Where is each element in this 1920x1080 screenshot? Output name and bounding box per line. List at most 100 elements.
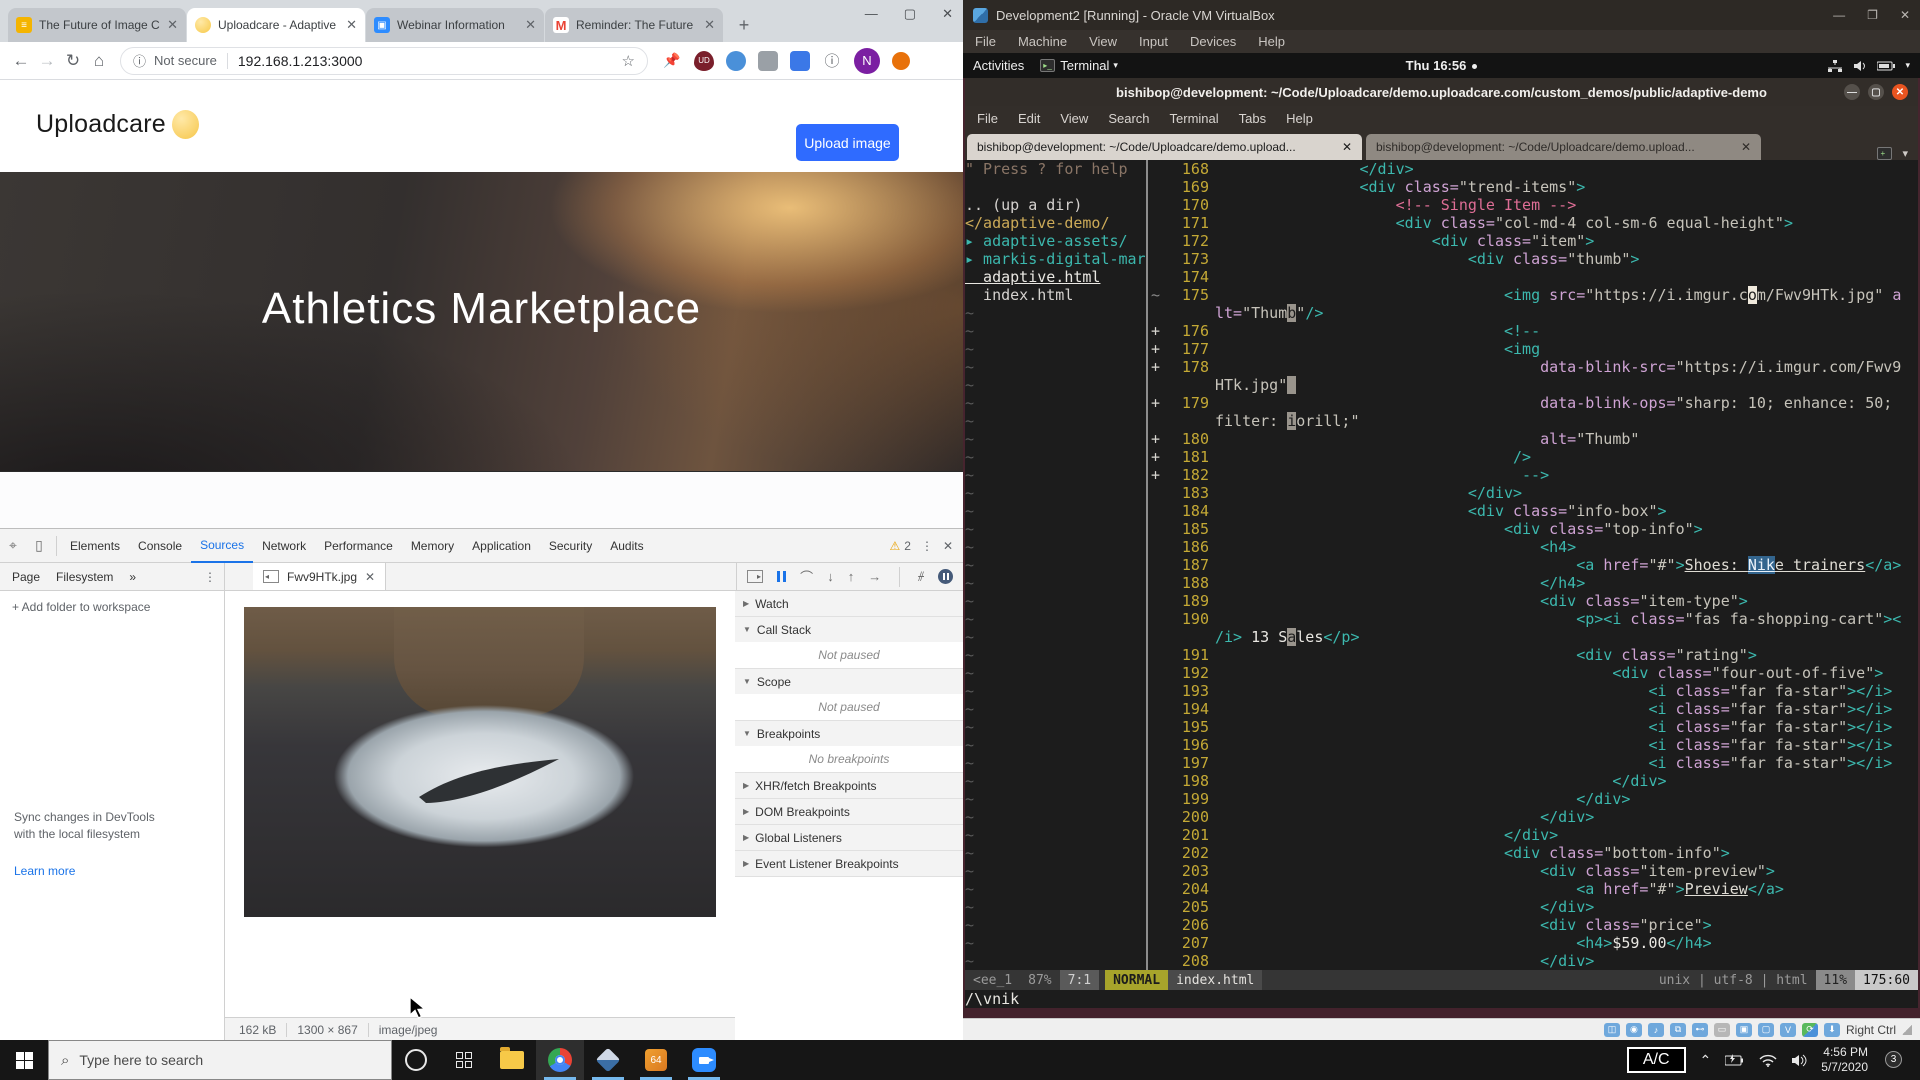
recording-status-icon[interactable]: ▢ xyxy=(1758,1023,1774,1037)
code-line[interactable]: +182--> xyxy=(1151,466,1918,484)
nerdtree-row[interactable]: index.html xyxy=(965,286,1145,304)
pause-on-exceptions-icon[interactable] xyxy=(938,569,953,584)
devtools-close-icon[interactable]: ✕ xyxy=(943,539,953,553)
code-line[interactable]: 192<div class="four-out-of-five"> xyxy=(1151,664,1918,682)
code-line[interactable]: 208</div> xyxy=(1151,952,1918,970)
vm-minimize-icon[interactable]: — xyxy=(1833,8,1845,22)
minimize-icon[interactable]: — xyxy=(865,6,878,22)
maximize-icon[interactable]: ▢ xyxy=(904,6,916,22)
add-folder-button[interactable]: + Add folder to workspace xyxy=(0,591,224,623)
debug-section-header-breakpoints[interactable]: ▼Breakpoints xyxy=(735,721,963,746)
devtools-tab-audits[interactable]: Audits xyxy=(601,529,652,562)
forward-icon[interactable]: → xyxy=(34,51,60,71)
devtools-tab-network[interactable]: Network xyxy=(253,529,315,562)
step-out-icon[interactable]: ↑ xyxy=(848,569,855,584)
devtools-tab-memory[interactable]: Memory xyxy=(402,529,463,562)
address-bar[interactable]: ⓘ Not secure 192.168.1.213:3000 ☆ xyxy=(120,47,648,75)
vim-command-line[interactable]: /\vnik xyxy=(965,990,1918,1008)
code-line[interactable]: +176<!-- xyxy=(1151,322,1918,340)
code-line[interactable]: HTk.jpg" xyxy=(1151,376,1918,394)
translate-extension-icon[interactable] xyxy=(790,51,810,71)
vbox-menu-help[interactable]: Help xyxy=(1258,34,1285,49)
step-into-icon[interactable]: ↓ xyxy=(827,569,834,584)
vim-split-separator[interactable] xyxy=(1146,160,1148,970)
nerdtree-pane[interactable]: " Press ? for help.. (up a dir)</adaptiv… xyxy=(965,160,1145,970)
nerdtree-row[interactable]: ▸ markis-digital-mar xyxy=(965,250,1145,268)
code-line[interactable]: 196<i class="far fa-star"></i> xyxy=(1151,736,1918,754)
blue-extension-icon[interactable] xyxy=(726,51,746,71)
code-line[interactable]: 199</div> xyxy=(1151,790,1918,808)
file-tab-close-icon[interactable]: ✕ xyxy=(365,570,375,584)
deactivate-breakpoints-icon[interactable]: ⫽ xyxy=(918,569,924,585)
debug-section-header-watch[interactable]: ▶Watch xyxy=(735,591,963,616)
browser-tab-0[interactable]: ≡The Future of Image C✕ xyxy=(8,8,186,42)
code-line[interactable]: 172<div class="item"> xyxy=(1151,232,1918,250)
nerdtree-row[interactable]: " Press ? for help xyxy=(965,160,1145,178)
back-icon[interactable]: ← xyxy=(8,51,34,71)
virtualbox-titlebar[interactable]: Development2 [Running] - Oracle VM Virtu… xyxy=(963,0,1920,30)
taskbar-clock[interactable]: 4:56 PM5/7/2020 xyxy=(1821,1045,1868,1075)
tab-filesystem[interactable]: Filesystem xyxy=(56,570,113,584)
terminal-menu-edit[interactable]: Edit xyxy=(1018,111,1040,126)
new-terminal-tab-icon[interactable]: + xyxy=(1877,147,1892,160)
code-line[interactable]: 205</div> xyxy=(1151,898,1918,916)
sidebar-toggle-icon[interactable]: ◂ xyxy=(747,570,763,583)
code-line[interactable]: 173<div class="thumb"> xyxy=(1151,250,1918,268)
debug-section-header-global-listeners[interactable]: ▶Global Listeners xyxy=(735,825,963,850)
code-line[interactable]: 203<div class="item-preview"> xyxy=(1151,862,1918,880)
task-view-button[interactable] xyxy=(440,1040,488,1080)
code-line[interactable]: 186<h4> xyxy=(1151,538,1918,556)
code-line[interactable]: +178data-blink-src="https://i.imgur.com/… xyxy=(1151,358,1918,376)
tab-close-icon[interactable]: ✕ xyxy=(704,17,715,33)
harddisk-status-icon[interactable]: ◫ xyxy=(1604,1023,1620,1037)
taskbar-search[interactable]: ⌕ Type here to search xyxy=(48,1040,392,1080)
start-button[interactable] xyxy=(0,1040,48,1080)
inspect-element-icon[interactable]: ⌖ xyxy=(0,535,26,557)
speaker-icon[interactable] xyxy=(1791,1054,1807,1067)
info-icon[interactable]: ⓘ xyxy=(133,51,146,70)
code-line[interactable]: 174 xyxy=(1151,268,1918,286)
zoom-taskbar-button[interactable] xyxy=(680,1040,728,1080)
vim-code-pane[interactable]: 168</div>169<div class="trend-items">170… xyxy=(1151,160,1918,970)
resize-grip[interactable] xyxy=(1902,1025,1912,1035)
page-info-icon[interactable]: ⓘ xyxy=(822,51,842,71)
hostkey-capture-icon[interactable]: ⬇ xyxy=(1824,1023,1840,1037)
code-line[interactable]: 189<div class="item-type"> xyxy=(1151,592,1918,610)
code-line[interactable]: +179data-blink-ops="sharp: 10; enhance: … xyxy=(1151,394,1918,412)
code-line[interactable]: +180alt="Thumb" xyxy=(1151,430,1918,448)
code-line[interactable]: +181/> xyxy=(1151,448,1918,466)
file-tab[interactable]: ◂ Fwv9HTk.jpg ✕ xyxy=(253,563,386,590)
vbox-menu-file[interactable]: File xyxy=(975,34,996,49)
vm-menu-status-icon[interactable]: V xyxy=(1780,1023,1796,1037)
volume-icon[interactable] xyxy=(1853,60,1867,72)
vm-close-icon[interactable]: ✕ xyxy=(1900,8,1910,22)
vbox-menu-machine[interactable]: Machine xyxy=(1018,34,1067,49)
devtools-tab-security[interactable]: Security xyxy=(540,529,601,562)
device-toolbar-icon[interactable]: ▯ xyxy=(26,535,52,557)
vbox-menu-devices[interactable]: Devices xyxy=(1190,34,1236,49)
terminal-tab-1[interactable]: bishibop@development: ~/Code/Uploadcare/… xyxy=(1366,134,1761,160)
code-line[interactable]: 170<!-- Single Item --> xyxy=(1151,196,1918,214)
debug-section-header-call-stack[interactable]: ▼Call Stack xyxy=(735,617,963,642)
terminal-minimize-icon[interactable]: — xyxy=(1844,84,1860,100)
more-tabs-icon[interactable]: » xyxy=(129,570,136,584)
browser-tab-1[interactable]: Uploadcare - Adaptive✕ xyxy=(187,8,365,42)
vbox-menu-view[interactable]: View xyxy=(1089,34,1117,49)
network-icon[interactable] xyxy=(1827,60,1843,72)
vm-maximize-icon[interactable]: ❐ xyxy=(1867,8,1878,22)
terminal-menu-help[interactable]: Help xyxy=(1286,111,1313,126)
mouse-integration-icon[interactable]: ⟳ xyxy=(1802,1023,1818,1037)
nerdtree-row[interactable]: ▸ adaptive-assets/ xyxy=(965,232,1145,250)
cortana-button[interactable] xyxy=(392,1040,440,1080)
devtools-tab-console[interactable]: Console xyxy=(129,529,191,562)
code-line[interactable]: 188</h4> xyxy=(1151,574,1918,592)
display-status-icon[interactable]: ▣ xyxy=(1736,1023,1752,1037)
usb-status-icon[interactable]: ⊷ xyxy=(1692,1023,1708,1037)
sharedfolder-status-icon[interactable]: ▭ xyxy=(1714,1023,1730,1037)
action-center-button[interactable]: 3 xyxy=(1882,1050,1908,1070)
terminal-tab-0[interactable]: bishibop@development: ~/Code/Uploadcare/… xyxy=(967,134,1362,160)
network-status-icon[interactable]: ⧉ xyxy=(1670,1023,1686,1037)
code-line[interactable]: 168</div> xyxy=(1151,160,1918,178)
terminal-menu-terminal[interactable]: Terminal xyxy=(1170,111,1219,126)
debug-section-header-dom-breakpoints[interactable]: ▶DOM Breakpoints xyxy=(735,799,963,824)
